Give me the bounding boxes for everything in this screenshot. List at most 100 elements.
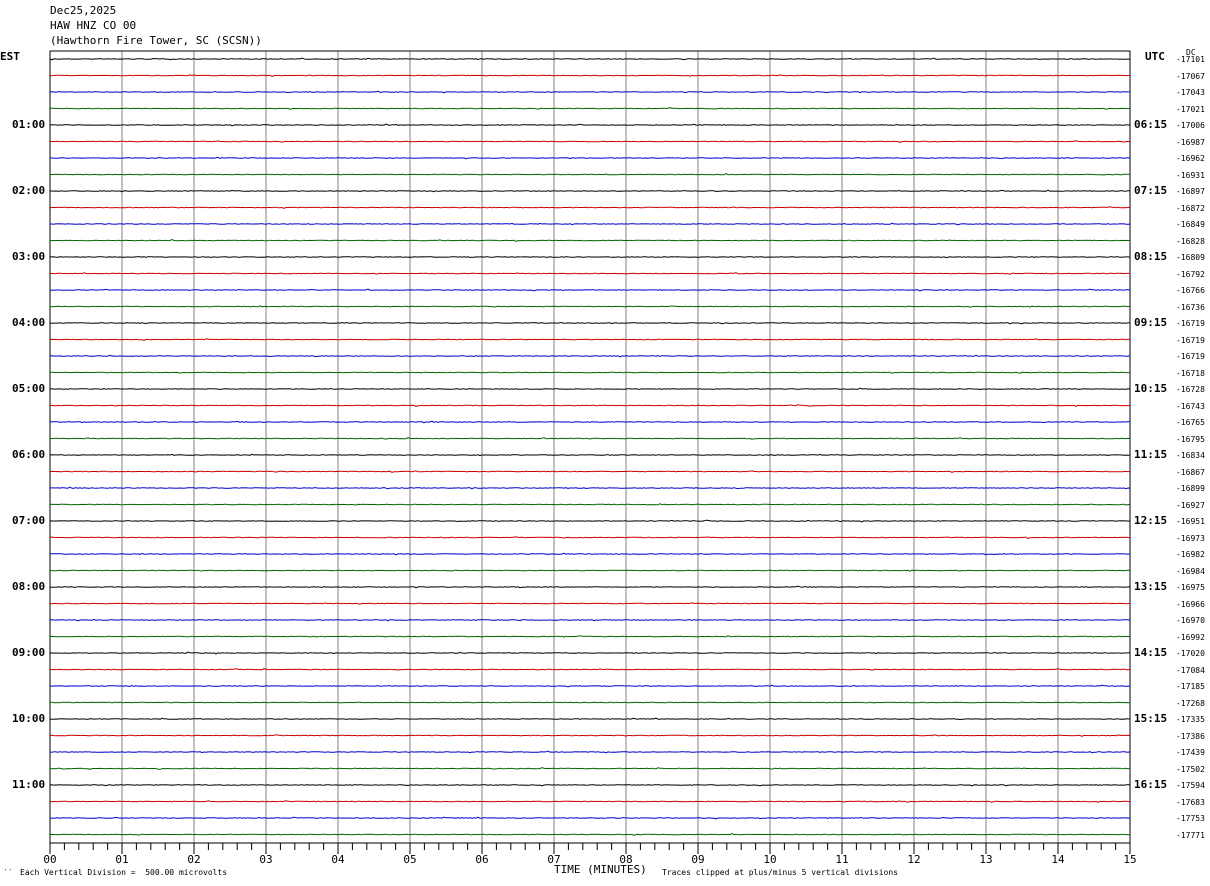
utc-hour-label: 08:15 xyxy=(1134,250,1168,263)
trace-row xyxy=(49,305,1131,308)
dc-offset-label: -16795 xyxy=(1176,434,1205,444)
dc-offset-label: -16867 xyxy=(1176,467,1205,477)
trace-row xyxy=(49,486,1131,490)
plot-frame xyxy=(49,50,1131,844)
trace-row xyxy=(49,90,1131,94)
helicorder-plot xyxy=(49,50,1131,854)
trace-row xyxy=(49,734,1131,737)
trace-row xyxy=(49,618,1131,622)
utc-hour-label: 07:15 xyxy=(1134,184,1168,197)
trace-row xyxy=(49,57,1131,61)
trace-row xyxy=(49,420,1131,424)
dc-offset-label: -17502 xyxy=(1176,764,1205,774)
x-tick-label: 05 xyxy=(403,853,417,866)
dc-offset-label: -17594 xyxy=(1176,781,1205,790)
x-tick-label: 13 xyxy=(979,853,993,866)
dc-offset-label: -17335 xyxy=(1176,715,1205,724)
est-hour-label: 02:00 xyxy=(12,184,46,197)
dc-offset-label: -16931 xyxy=(1176,170,1205,180)
est-hour-label: 08:00 xyxy=(12,580,46,593)
trace-row xyxy=(49,437,1131,440)
scale-mark: ′′ xyxy=(3,868,13,877)
x-tick-label: 00 xyxy=(43,853,57,866)
est-hour-label: 07:00 xyxy=(12,514,46,527)
est-hour-label: 11:00 xyxy=(12,778,46,791)
trace-row xyxy=(50,470,1131,473)
trace-row xyxy=(49,371,1131,374)
trace-row xyxy=(50,668,1131,671)
dc-offset-label: -16743 xyxy=(1176,401,1205,411)
trace-row xyxy=(49,684,1131,688)
dc-offset-label: -16973 xyxy=(1176,533,1205,543)
trace-row xyxy=(49,536,1131,539)
dc-offset-label: -17439 xyxy=(1176,748,1205,757)
utc-hour-label: 09:15 xyxy=(1134,316,1168,329)
dc-offset-label: -16982 xyxy=(1176,550,1205,559)
trace-row xyxy=(49,784,1131,787)
dc-offset-label: -17006 xyxy=(1176,121,1205,130)
dc-offset-label: -16975 xyxy=(1176,583,1205,592)
utc-hour-label: 12:15 xyxy=(1134,514,1168,527)
trace-row xyxy=(49,321,1130,325)
utc-hour-label: 06:15 xyxy=(1134,118,1168,131)
dc-offset-label: -16828 xyxy=(1176,236,1205,246)
x-tick-label: 12 xyxy=(907,853,921,866)
trace-row xyxy=(49,239,1131,242)
dc-offset-label: -17101 xyxy=(1176,55,1205,64)
dc-offset-label: -17268 xyxy=(1176,698,1205,708)
trace-row xyxy=(49,585,1130,589)
dc-offset-label: -16719 xyxy=(1176,319,1205,328)
trace-row xyxy=(49,750,1131,754)
utc-hour-label: 10:15 xyxy=(1134,382,1168,395)
utc-hour-label: 16:15 xyxy=(1134,778,1168,791)
trace-row xyxy=(49,206,1131,209)
dc-offset-label: -17043 xyxy=(1176,88,1205,97)
trace-row xyxy=(49,354,1131,358)
dc-offset-label: -16849 xyxy=(1176,220,1205,229)
utc-hour-label: 11:15 xyxy=(1134,448,1168,461)
trace-row xyxy=(50,140,1131,143)
dc-offset-label: -17683 xyxy=(1176,797,1205,807)
dc-offset-label: -16872 xyxy=(1176,203,1205,213)
trace-row xyxy=(50,222,1131,226)
x-tick-label: 01 xyxy=(115,853,129,866)
dc-offset-label: -16736 xyxy=(1176,302,1205,312)
est-hour-label: 03:00 xyxy=(12,250,46,263)
dc-offset-label: -16765 xyxy=(1176,418,1205,427)
trace-row xyxy=(49,107,1130,110)
clip-note: Traces clipped at plus/minus 5 vertical … xyxy=(662,868,899,877)
trace-row xyxy=(49,288,1131,292)
dc-offset-label: -17753 xyxy=(1176,814,1205,823)
dc-offset-label: -16962 xyxy=(1176,154,1205,163)
trace-row xyxy=(49,503,1131,506)
dc-offset-label: -16728 xyxy=(1176,385,1205,394)
utc-hour-label: 15:15 xyxy=(1134,712,1168,725)
dc-offset-label: -16970 xyxy=(1176,616,1205,625)
dc-offset-label: -16899 xyxy=(1176,484,1205,493)
dc-offset-label: -17386 xyxy=(1176,731,1205,741)
trace-row xyxy=(49,767,1131,770)
dc-offset-label: -17067 xyxy=(1176,71,1205,81)
trace-row xyxy=(49,635,1131,638)
utc-hour-label: 13:15 xyxy=(1134,580,1168,593)
x-axis-title: TIME (MINUTES) xyxy=(554,863,647,876)
trace-row xyxy=(49,338,1131,341)
dc-offset-label: -16992 xyxy=(1176,632,1205,642)
est-hour-label: 05:00 xyxy=(12,382,46,395)
x-tick-label: 02 xyxy=(187,853,201,866)
trace-row xyxy=(49,272,1130,275)
est-hour-label: 04:00 xyxy=(12,316,46,329)
trace-row xyxy=(49,602,1131,605)
trace-row xyxy=(50,404,1130,407)
dc-offset-label: -16792 xyxy=(1176,269,1205,279)
trace-row xyxy=(49,552,1131,556)
dc-offset-label: -17185 xyxy=(1176,682,1205,691)
dc-offset-label: -17020 xyxy=(1176,649,1205,658)
dc-offset-label: -16966 xyxy=(1176,599,1205,609)
x-tick-label: 11 xyxy=(835,853,849,866)
est-hour-label: 10:00 xyxy=(12,712,46,725)
dc-offset-label: -17771 xyxy=(1176,830,1205,840)
dc-offset-label: -16719 xyxy=(1176,352,1205,361)
dc-offset-label: -16984 xyxy=(1176,566,1205,576)
dc-offset-label: -17021 xyxy=(1176,104,1205,114)
